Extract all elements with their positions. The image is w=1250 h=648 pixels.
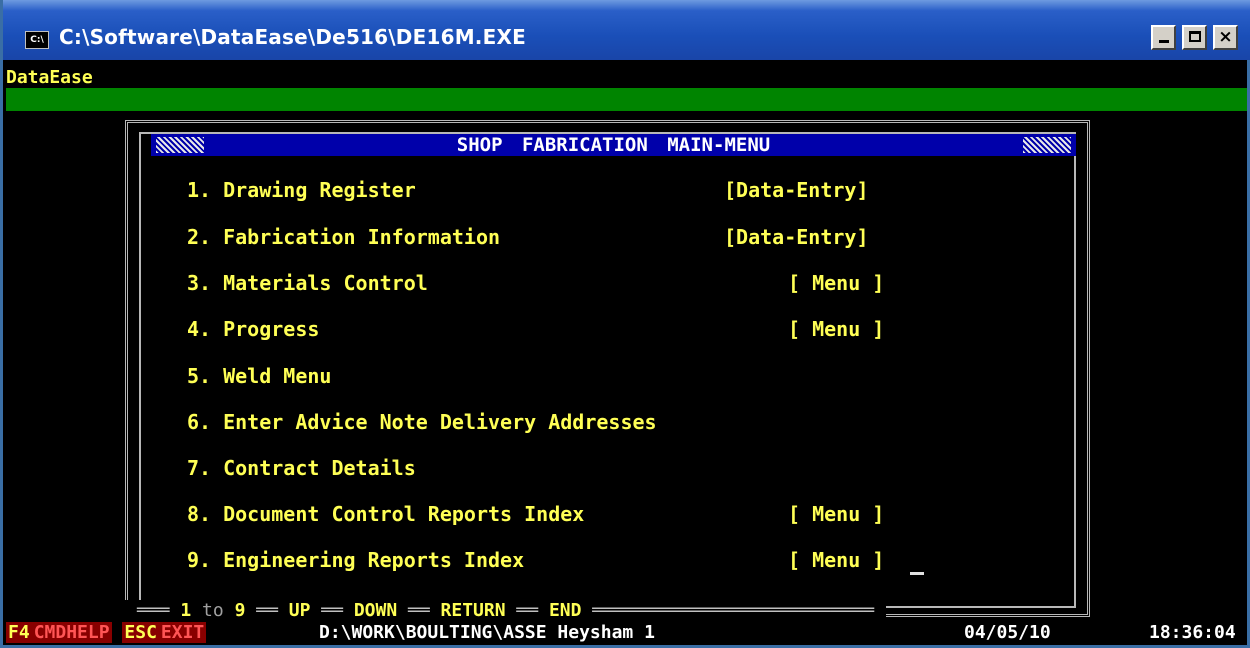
menu-item-document-control-reports[interactable]: 8. Document Control Reports Index [187, 502, 584, 526]
close-icon: × [1218, 27, 1233, 47]
console-window: C:\ C:\Software\DataEase\De516\DE16M.EXE… [0, 0, 1250, 648]
maximize-icon [1189, 31, 1201, 42]
close-button[interactable]: × [1213, 25, 1238, 50]
minimize-button[interactable] [1151, 25, 1176, 50]
menu-item-label: Document Control Reports Index [223, 502, 585, 526]
hint-range-to: to [202, 600, 224, 621]
window-title: C:\Software\DataEase\De516\DE16M.EXE [59, 25, 526, 49]
menu-item-materials-control[interactable]: 3. Materials Control [187, 271, 428, 295]
hint-end: END [548, 600, 582, 621]
esc-key[interactable]: ESC [122, 622, 159, 643]
esc-exit-label[interactable]: EXIT [158, 622, 207, 643]
menu-item-fabrication-information[interactable]: 2. Fabrication Information [187, 225, 500, 249]
menu-item-number: 2. [187, 225, 212, 249]
menu-item-label: Fabrication Information [223, 225, 501, 249]
hint-down: DOWN [353, 600, 398, 621]
menu-item-tag-menu: [ Menu ] [788, 317, 885, 341]
menu-item-tag-menu: [ Menu ] [788, 502, 885, 526]
menu-item-number: 1. [187, 178, 212, 202]
menu-item-tag-data-entry: [Data-Entry] [724, 178, 869, 202]
menu-item-label: Engineering Reports Index [223, 548, 525, 572]
green-status-bar [6, 88, 1247, 111]
shade-pattern-right [1023, 137, 1071, 153]
menu-item-advice-note-addresses[interactable]: 6. Enter Advice Note Delivery Addresses [187, 410, 657, 434]
menu-item-label: Drawing Register [223, 178, 416, 202]
menu-item-label: Weld Menu [223, 364, 332, 388]
maximize-button[interactable] [1182, 25, 1207, 50]
menu-item-number: 6. [187, 410, 212, 434]
status-date: 04/05/10 [964, 622, 1051, 643]
menu-item-number: 9. [187, 548, 212, 572]
menu-item-number: 8. [187, 502, 212, 526]
f4-cmdhelp-label[interactable]: CMDHELP [31, 622, 112, 643]
menu-item-tag-data-entry: [Data-Entry] [724, 225, 869, 249]
menu-item-contract-details[interactable]: 7. Contract Details [187, 456, 416, 480]
menu-item-label: Contract Details [223, 456, 416, 480]
menu-item-weld-menu[interactable]: 5. Weld Menu [187, 364, 331, 388]
status-time: 18:36:04 [1149, 622, 1236, 643]
navigation-hint: ═══ 1 to 9 ══ UP ══ DOWN ══ RETURN ══ EN… [125, 600, 887, 622]
minimize-icon [1159, 40, 1169, 43]
menu-item-label: Progress [223, 317, 320, 341]
title-bar[interactable]: C:\ C:\Software\DataEase\De516\DE16M.EXE… [3, 0, 1250, 60]
menu-title: SHOP FABRICATION MAIN-MENU [456, 134, 771, 156]
menu-item-number: 3. [187, 271, 212, 295]
console-screen[interactable]: DataEase SHOP FABRICATION MAIN-MENU 1. Dr… [6, 60, 1247, 645]
console-app-icon[interactable]: C:\ [25, 31, 49, 49]
menu-item-tag-menu: [ Menu ] [788, 548, 885, 572]
menu-item-label: Enter Advice Note Delivery Addresses [223, 410, 657, 434]
hint-range-end: 9 [234, 600, 246, 621]
app-name-label: DataEase [6, 67, 93, 88]
menu-item-number: 4. [187, 317, 212, 341]
current-path: D:\WORK\BOULTING\ASSE Heysham 1 [319, 622, 655, 643]
menu-item-engineering-reports[interactable]: 9. Engineering Reports Index [187, 548, 524, 572]
menu-item-tag-menu: [ Menu ] [788, 271, 885, 295]
text-cursor [910, 572, 924, 575]
hint-up: UP [288, 600, 311, 621]
hint-return: RETURN [440, 600, 506, 621]
menu-item-number: 7. [187, 456, 212, 480]
f4-key[interactable]: F4 [6, 622, 32, 643]
menu-header-bar: SHOP FABRICATION MAIN-MENU [151, 134, 1076, 156]
status-line: F4 CMDHELP ESC EXIT D:\WORK\BOULTING\ASSE H… [6, 620, 1247, 645]
menu-item-number: 5. [187, 364, 212, 388]
menu-item-drawing-register[interactable]: 1. Drawing Register [187, 178, 416, 202]
menu-item-progress[interactable]: 4. Progress [187, 317, 319, 341]
hint-range-start: 1 [180, 600, 192, 621]
menu-item-label: Materials Control [223, 271, 428, 295]
